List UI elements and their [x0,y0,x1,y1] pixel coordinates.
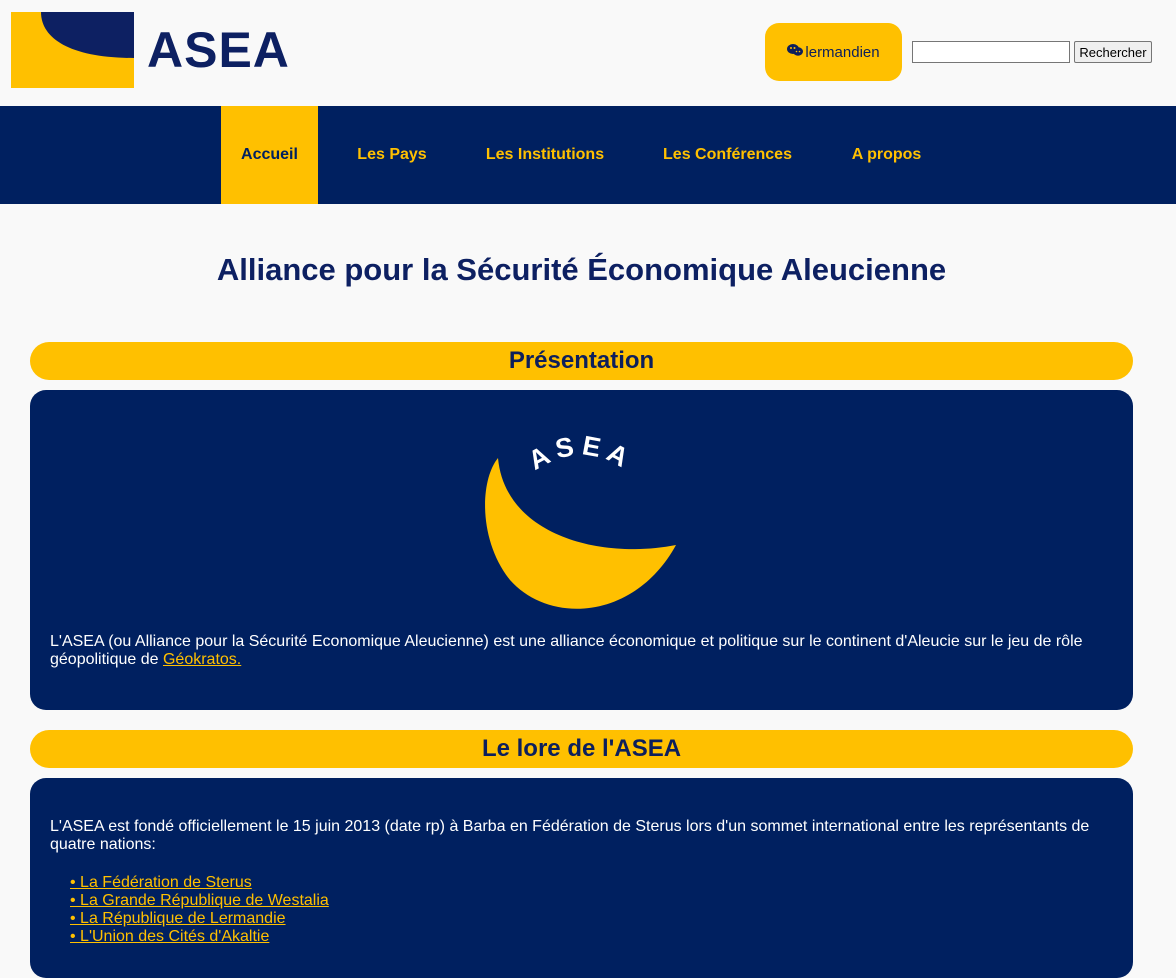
search-input[interactable] [912,41,1070,63]
list-item: • La République de Lermandie [70,910,329,928]
asea-logo-icon[interactable] [11,12,134,88]
nation-link-westalia[interactable]: • La Grande République de Westalia [70,892,329,909]
presentation-panel: ASEA L'ASEA (ou Alliance pour la Sécurit… [30,390,1133,710]
nation-link-akaltie[interactable]: • L'Union des Cités d'Akaltie [70,928,269,945]
nation-link-lermandie[interactable]: • La République de Lermandie [70,910,286,927]
user-account-button[interactable]: lermandien [765,23,902,81]
page-title: Alliance pour la Sécurité Économique Ale… [216,252,947,287]
site-logo-text[interactable]: ASEA [147,22,290,78]
nav-item-a-propos[interactable]: A propos [831,106,942,204]
nav-item-les-pays[interactable]: Les Pays [337,106,447,204]
section-heading-lore: Le lore de l'ASEA [30,730,1133,768]
speech-bubbles-icon [787,43,804,61]
asea-emblem-icon: ASEA [485,430,676,609]
list-item: • L'Union des Cités d'Akaltie [70,928,329,946]
nav-item-les-conferences[interactable]: Les Conférences [643,106,812,204]
svg-text:ASEA: ASEA [523,430,638,475]
search-button[interactable]: Rechercher [1074,41,1152,63]
lore-intro: L'ASEA est fondé officiellement le 15 ju… [50,818,1090,853]
list-item: • La Fédération de Sterus [70,874,329,892]
main-nav: Accueil Les Pays Les Institutions Les Co… [0,106,1176,204]
nation-list: • La Fédération de Sterus • La Grande Ré… [70,874,329,946]
site-header: ASEA lermandien Rechercher [0,0,1176,106]
user-name: lermandien [805,43,880,61]
nav-item-accueil[interactable]: Accueil [221,106,318,204]
geokratos-link[interactable]: Géokratos. [163,651,241,668]
presentation-text: L'ASEA (ou Alliance pour la Sécurité Eco… [50,633,1110,669]
nation-link-sterus[interactable]: • La Fédération de Sterus [70,874,252,891]
list-item: • La Grande République de Westalia [70,892,329,910]
emblem-text: ASEA [523,430,632,475]
section-heading-presentation: Présentation [30,342,1133,380]
nav-item-les-institutions[interactable]: Les Institutions [466,106,624,204]
lore-panel: L'ASEA est fondé officiellement le 15 ju… [30,778,1133,978]
